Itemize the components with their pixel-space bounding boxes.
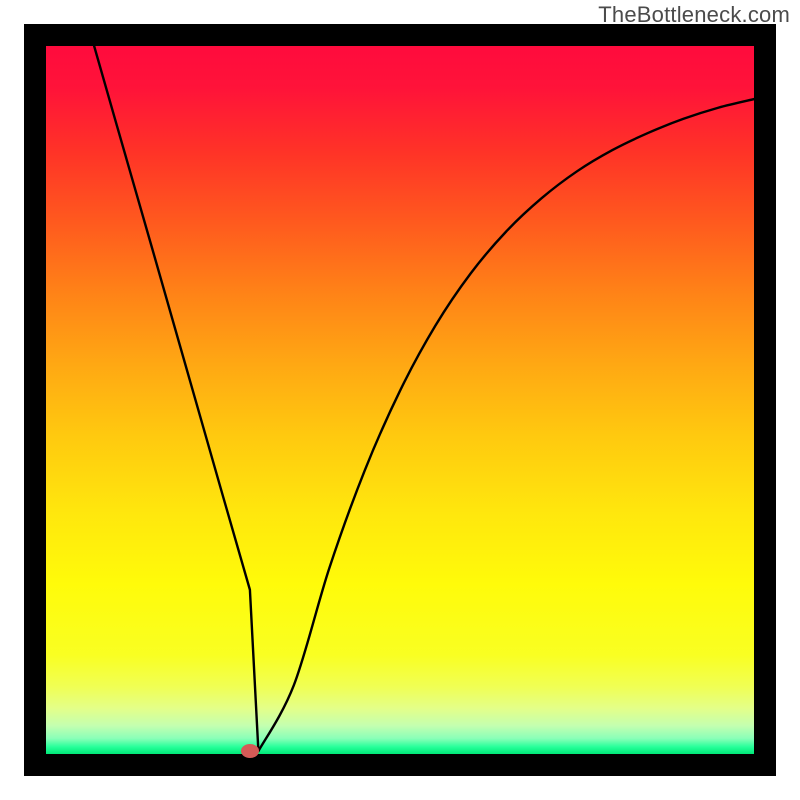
bottleneck-curve [46,46,754,754]
chart-container: TheBottleneck.com [0,0,800,800]
optimal-point-marker [241,744,259,758]
watermark-label: TheBottleneck.com [598,2,790,28]
plot-area [46,46,754,754]
